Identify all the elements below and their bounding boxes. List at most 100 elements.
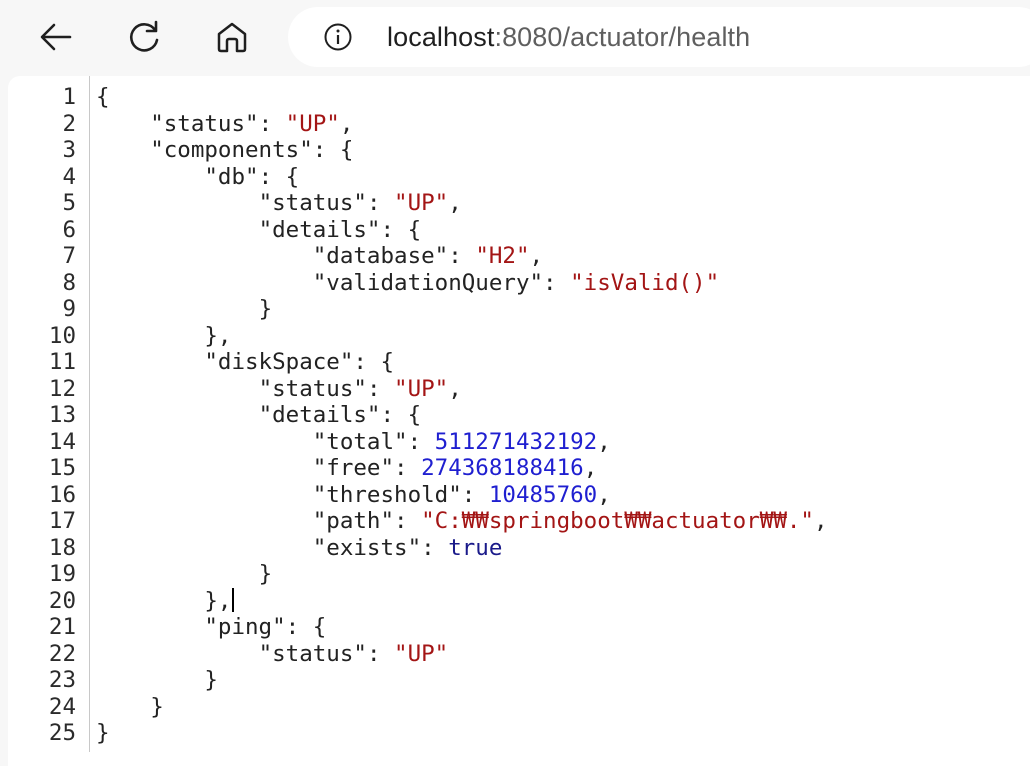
json-viewer: 1{2 "status": "UP", 3 "components": {4 "d… bbox=[8, 76, 1030, 766]
json-punctuation: : bbox=[394, 508, 422, 534]
json-punctuation: , bbox=[597, 428, 611, 455]
line-number: 8 bbox=[62, 269, 76, 296]
json-string: "UP" bbox=[394, 190, 449, 216]
json-key: "diskSpace" bbox=[204, 349, 354, 375]
json-punctuation: } bbox=[150, 693, 164, 720]
code-line: 16 "threshold": 10485760, bbox=[8, 482, 828, 509]
json-key: "path" bbox=[312, 508, 395, 534]
json-key: "database" bbox=[312, 243, 449, 269]
json-punctuation: : bbox=[407, 428, 435, 455]
json-punctuation: : { bbox=[380, 402, 422, 428]
json-string: "isValid()" bbox=[570, 269, 720, 296]
json-key: "details" bbox=[258, 216, 381, 243]
json-string: "UP" bbox=[394, 640, 449, 667]
json-punctuation: : bbox=[421, 534, 449, 561]
json-punctuation: : bbox=[543, 269, 571, 296]
json-string: "H2" bbox=[475, 243, 530, 269]
json-punctuation: } bbox=[258, 296, 273, 322]
json-key: "db" bbox=[204, 163, 259, 190]
line-number: 20 bbox=[48, 587, 76, 614]
line-source: "details": { bbox=[82, 402, 422, 429]
json-punctuation: : { bbox=[380, 216, 422, 243]
code-line: 17 "path": "C:₩₩springboot₩₩actuator₩₩."… bbox=[8, 508, 828, 535]
line-source: "db": { bbox=[82, 164, 299, 191]
code-line: 18 "exists": true bbox=[8, 535, 828, 562]
json-punctuation: }, bbox=[204, 322, 232, 349]
json-punctuation: }, bbox=[204, 587, 232, 614]
json-key: "free" bbox=[312, 455, 395, 481]
json-key: "ping" bbox=[204, 614, 286, 640]
line-source: "validationQuery": "isValid()" bbox=[82, 270, 719, 297]
json-string: "UP" bbox=[285, 110, 340, 137]
home-button[interactable] bbox=[209, 14, 255, 60]
url-path: :8080/actuator/health bbox=[494, 22, 751, 52]
code-line: 25} bbox=[8, 720, 828, 747]
line-source: "path": "C:₩₩springboot₩₩actuator₩₩.", bbox=[82, 508, 828, 535]
url-host: localhost bbox=[387, 22, 495, 52]
line-source: } bbox=[82, 720, 110, 747]
code-line: 6 "details": { bbox=[8, 217, 828, 244]
line-number: 22 bbox=[48, 640, 76, 667]
line-number: 12 bbox=[48, 375, 76, 402]
line-source: } bbox=[82, 296, 273, 323]
code-line: 20 }, bbox=[8, 587, 828, 615]
code-line: 3 "components": { bbox=[8, 137, 828, 164]
address-bar[interactable]: localhost:8080/actuator/health bbox=[288, 7, 1030, 67]
json-punctuation: } bbox=[258, 561, 273, 587]
home-icon bbox=[217, 22, 247, 53]
json-key: "details" bbox=[258, 402, 381, 428]
json-key: "status" bbox=[258, 190, 367, 216]
line-source: "diskSpace": { bbox=[82, 349, 394, 376]
line-source: "total": 511271432192, bbox=[82, 429, 611, 456]
json-punctuation: : { bbox=[285, 614, 327, 640]
code-line: 4 "db": { bbox=[8, 164, 828, 191]
line-source: }, bbox=[82, 323, 231, 350]
code-line: 9 } bbox=[8, 296, 828, 323]
code-line: 7 "database": "H2", bbox=[8, 243, 828, 270]
line-number: 11 bbox=[48, 349, 76, 375]
line-number: 23 bbox=[48, 667, 76, 693]
json-punctuation: , bbox=[529, 243, 544, 269]
json-key: "status" bbox=[150, 110, 259, 137]
line-number: 3 bbox=[62, 137, 76, 163]
code-line: 2 "status": "UP", bbox=[8, 111, 828, 138]
back-button[interactable] bbox=[33, 14, 79, 60]
line-source: "status": "UP", bbox=[82, 111, 353, 138]
code-line: 13 "details": { bbox=[8, 402, 828, 429]
line-source: "status": "UP", bbox=[82, 190, 462, 217]
code-line: 12 "status": "UP", bbox=[8, 376, 828, 403]
code-line: 11 "diskSpace": { bbox=[8, 349, 828, 376]
line-source: { bbox=[82, 84, 110, 111]
reload-button[interactable] bbox=[121, 14, 167, 60]
json-number: 274368188416 bbox=[421, 455, 584, 481]
line-number: 15 bbox=[48, 455, 76, 481]
line-source: } bbox=[82, 667, 218, 694]
line-source: "exists": true bbox=[82, 534, 503, 562]
json-punctuation: : bbox=[258, 110, 286, 137]
url-text[interactable]: localhost:8080/actuator/health bbox=[387, 21, 750, 53]
json-key: "exists" bbox=[312, 534, 422, 561]
line-number: 21 bbox=[48, 614, 76, 640]
json-string: "UP" bbox=[394, 375, 449, 402]
json-punctuation: , bbox=[597, 481, 611, 508]
json-code[interactable]: 1{2 "status": "UP", 3 "components": {4 "d… bbox=[8, 84, 828, 747]
line-number: 5 bbox=[62, 190, 76, 216]
line-source: "components": { bbox=[82, 137, 353, 164]
line-source: "free": 274368188416, bbox=[82, 455, 597, 482]
line-number: 4 bbox=[62, 163, 76, 190]
line-source: "threshold": 10485760, bbox=[82, 482, 611, 509]
line-source: "status": "UP", bbox=[82, 376, 462, 403]
json-punctuation: : { bbox=[312, 137, 354, 163]
json-punctuation: , bbox=[583, 455, 598, 481]
json-punctuation: } bbox=[96, 720, 110, 746]
json-string: "C:₩₩springboot₩₩actuator₩₩." bbox=[421, 508, 814, 534]
line-number: 17 bbox=[48, 508, 76, 534]
json-punctuation: : { bbox=[258, 163, 300, 190]
json-key: "components" bbox=[150, 137, 313, 163]
line-number: 2 bbox=[62, 110, 76, 137]
code-line: 22 "status": "UP" bbox=[8, 641, 828, 668]
info-icon[interactable] bbox=[323, 22, 353, 52]
text-cursor bbox=[232, 587, 235, 612]
line-number: 25 bbox=[48, 720, 76, 746]
code-line: 8 "validationQuery": "isValid()" bbox=[8, 270, 828, 297]
